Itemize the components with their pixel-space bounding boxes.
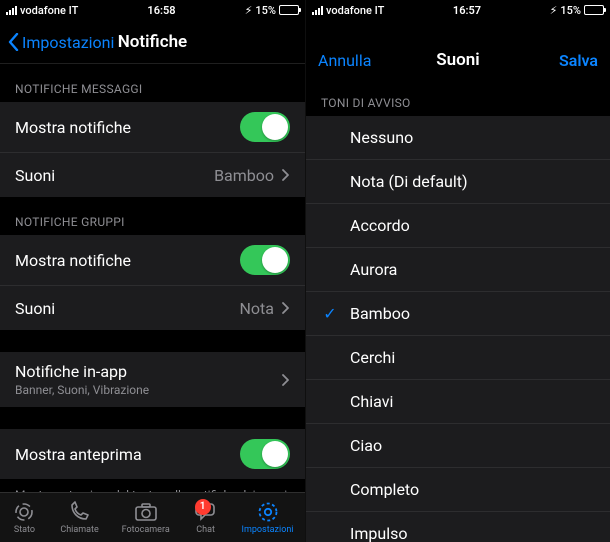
sound-option-label: Nessuno	[350, 128, 413, 147]
tab-label: Stato	[14, 525, 35, 535]
chevron-right-icon	[282, 169, 290, 181]
battery-icon-lightning: ⚡︎	[550, 4, 558, 17]
signal-icon	[6, 5, 17, 15]
sound-option[interactable]: Chiavi	[306, 380, 610, 424]
right-phone: vodafone IT 16:57 ⚡︎ 15% Annulla Suoni S…	[305, 0, 610, 542]
phone-icon	[67, 501, 93, 523]
left-phone: vodafone IT 16:58 ⚡︎ 15% Impostazioni No…	[0, 0, 305, 542]
sound-option[interactable]: Accordo	[306, 204, 610, 248]
status-time: 16:57	[453, 4, 481, 17]
signal-icon	[312, 5, 323, 15]
page-title: Notifiche	[118, 32, 187, 52]
save-button[interactable]: Salva	[559, 38, 598, 82]
sound-option-label: Chiavi	[350, 392, 393, 411]
row-label: Mostra notifiche	[15, 251, 131, 270]
status-time: 16:58	[147, 4, 175, 17]
sound-option-label: Aurora	[350, 260, 397, 279]
battery-icon	[584, 5, 604, 15]
chevron-right-icon	[282, 374, 290, 386]
section-header-groups: NOTIFICHE GRUPPI	[0, 197, 305, 235]
sound-option-label: Ciao	[350, 436, 382, 455]
sound-option[interactable]: ✓ Bamboo	[306, 292, 610, 336]
carrier-label: vodafone IT	[20, 4, 78, 17]
modal-nav-bar: Annulla Suoni Salva	[306, 38, 610, 82]
cancel-label: Annulla	[318, 51, 371, 70]
battery-pct: 15%	[255, 4, 276, 17]
status-bar: vodafone IT 16:57 ⚡︎ 15%	[306, 0, 610, 20]
sound-option[interactable]: Nota (Di default)	[306, 160, 610, 204]
sound-option-label: Cerchi	[350, 348, 395, 367]
row-label: Mostra notifiche	[15, 118, 131, 137]
row-show-group-notifications[interactable]: Mostra notifiche	[0, 235, 305, 286]
row-sublabel: Banner, Suoni, Vibrazione	[15, 383, 149, 397]
status-bar: vodafone IT 16:58 ⚡︎ 15%	[0, 0, 305, 20]
save-label: Salva	[559, 51, 598, 70]
sound-option-label: Completo	[350, 480, 419, 499]
camera-icon	[133, 501, 159, 523]
tab-bar: Stato Chiamate Fotocamera 1 Chat Imposta…	[0, 492, 305, 542]
checkmark-icon: ✓	[321, 304, 339, 323]
content-scroll[interactable]: TONI DI AVVISO Nessuno Nota (Di default) A…	[306, 82, 610, 542]
sound-list: Nessuno Nota (Di default) Accordo Aurora ✓ Ba…	[306, 116, 610, 542]
row-label: Suoni	[15, 299, 55, 318]
battery-icon-lightning: ⚡︎	[245, 4, 253, 17]
sound-option-label: Accordo	[350, 216, 410, 235]
tab-settings[interactable]: Impostazioni	[242, 501, 294, 535]
row-in-app-notifications[interactable]: Notifiche in-app Banner, Suoni, Vibrazio…	[0, 352, 305, 407]
row-show-message-notifications[interactable]: Mostra notifiche	[0, 102, 305, 153]
cancel-button[interactable]: Annulla	[318, 38, 371, 82]
back-label: Impostazioni	[22, 33, 114, 52]
sound-option[interactable]: Impulso	[306, 512, 610, 542]
tab-chats[interactable]: 1 Chat	[193, 501, 219, 535]
sound-option-label: Nota (Di default)	[350, 172, 468, 191]
section-header-tones: TONI DI AVVISO	[306, 82, 610, 116]
row-message-sounds[interactable]: Suoni Bamboo	[0, 153, 305, 197]
tab-label: Chat	[196, 525, 215, 535]
nav-bar: Impostazioni Notifiche	[0, 20, 305, 64]
tab-label: Chiamate	[60, 525, 98, 535]
tab-camera[interactable]: Fotocamera	[122, 501, 170, 535]
gear-icon	[255, 501, 281, 523]
row-label: Suoni	[15, 166, 55, 185]
row-label: Mostra anteprima	[15, 445, 142, 464]
row-value: Bamboo	[214, 166, 274, 185]
chevron-right-icon	[282, 302, 290, 314]
section-header-messages: NOTIFICHE MESSAGGI	[0, 64, 305, 102]
preview-footer-note: Mostra anteprima del testo nelle notific…	[0, 479, 305, 492]
tab-label: Fotocamera	[122, 525, 170, 535]
chevron-left-icon	[8, 33, 19, 51]
sound-option[interactable]: Cerchi	[306, 336, 610, 380]
toggle-show-groups[interactable]	[240, 245, 290, 275]
battery-icon	[279, 5, 299, 15]
sound-option[interactable]: Completo	[306, 468, 610, 512]
sound-option-label: Impulso	[350, 524, 407, 542]
tab-status[interactable]: Stato	[11, 501, 37, 535]
battery-pct: 15%	[560, 4, 581, 17]
toggle-show-messages[interactable]	[240, 112, 290, 142]
sound-option[interactable]: Ciao	[306, 424, 610, 468]
content-scroll[interactable]: NOTIFICHE MESSAGGI Mostra notifiche Suon…	[0, 64, 305, 492]
status-icon	[11, 501, 37, 523]
page-title: Suoni	[436, 50, 479, 70]
toggle-show-preview[interactable]	[240, 439, 290, 469]
row-group-sounds[interactable]: Suoni Nota	[0, 286, 305, 330]
tab-label: Impostazioni	[242, 525, 294, 535]
back-button[interactable]: Impostazioni	[8, 20, 114, 64]
row-show-preview[interactable]: Mostra anteprima	[0, 429, 305, 479]
carrier-label: vodafone IT	[326, 4, 384, 17]
tab-calls[interactable]: Chiamate	[60, 501, 98, 535]
sound-option[interactable]: Nessuno	[306, 116, 610, 160]
row-value: Nota	[240, 299, 274, 318]
chat-badge: 1	[195, 499, 211, 515]
row-label: Notifiche in-app	[15, 362, 149, 381]
sound-option[interactable]: Aurora	[306, 248, 610, 292]
sound-option-label: Bamboo	[350, 304, 410, 323]
